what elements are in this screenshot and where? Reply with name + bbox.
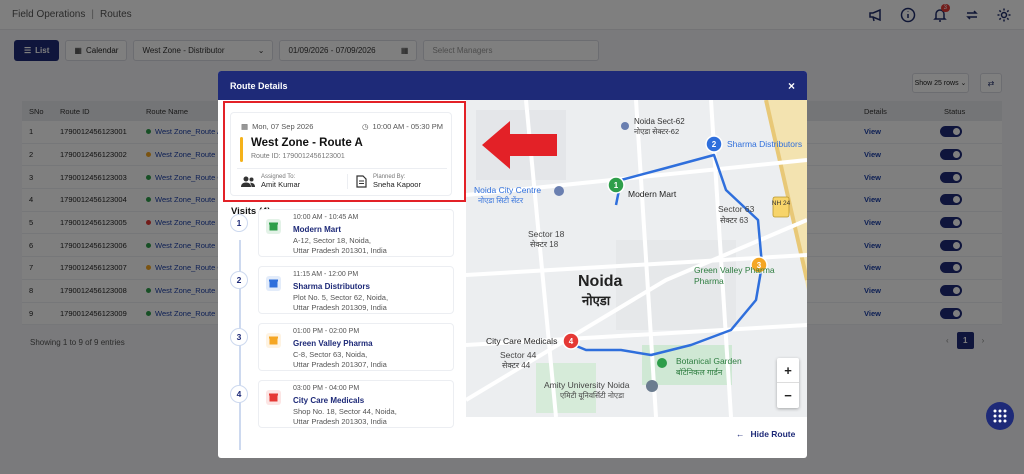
map-label-botanical-hi: बॉटेनिकल गार्डन bbox=[676, 367, 723, 377]
map-label-city-centre: Noida City Centre bbox=[474, 185, 541, 195]
annotation-arrow-icon bbox=[482, 121, 557, 169]
visit-card[interactable]: 01:00 PM - 02:00 PM Green Valley Pharma C-… bbox=[258, 323, 454, 371]
map-label-sector18: Sector 18 bbox=[528, 229, 565, 239]
zoom-in-button[interactable]: + bbox=[777, 358, 799, 383]
visit-number: 3 bbox=[230, 328, 248, 346]
svg-text:Pharma: Pharma bbox=[694, 276, 724, 286]
visit-name: Modern Mart bbox=[293, 225, 341, 234]
modal-header: Route Details × bbox=[218, 71, 807, 100]
map-label-sect62-hi: नोएडा सेक्टर-62 bbox=[634, 127, 679, 136]
svg-text:4: 4 bbox=[569, 337, 574, 346]
map-label-city-care: City Care Medicals bbox=[486, 336, 557, 346]
visit-time: 10:00 AM - 10:45 AM bbox=[293, 214, 359, 221]
svg-text:2: 2 bbox=[712, 140, 717, 149]
visit-number: 1 bbox=[230, 214, 248, 232]
visit-name: Green Valley Pharma bbox=[293, 339, 373, 348]
map-label-botanical: Botanical Garden bbox=[676, 356, 742, 366]
annotation-highlight-box bbox=[223, 101, 466, 202]
store-icon bbox=[266, 219, 281, 234]
store-icon bbox=[266, 390, 281, 405]
visit-item[interactable]: 2 11:15 AM - 12:00 PM Sharma Distributors P… bbox=[230, 266, 456, 316]
visit-number: 4 bbox=[230, 385, 248, 403]
visit-time: 01:00 PM - 02:00 PM bbox=[293, 328, 360, 335]
visit-item[interactable]: 4 03:00 PM - 04:00 PM City Care Medicals Sh… bbox=[230, 380, 456, 430]
visit-name: Sharma Distributors bbox=[293, 282, 370, 291]
map-zoom-controls: + − bbox=[777, 358, 799, 408]
visit-address: Shop No. 18, Sector 44, Noida, bbox=[293, 407, 397, 416]
map-label-noida: Noida bbox=[578, 273, 623, 290]
zoom-out-button[interactable]: − bbox=[777, 383, 799, 408]
map-label-sharma: Sharma Distributors bbox=[727, 139, 802, 149]
map-label-green-valley: Green Valley Pharma bbox=[694, 265, 775, 275]
visit-address: C-8, Sector 63, Noida, bbox=[293, 350, 368, 359]
map-label-sector18-hi: सेक्टर 18 bbox=[530, 239, 559, 249]
visit-number: 2 bbox=[230, 271, 248, 289]
map-label-sector44: Sector 44 bbox=[500, 350, 537, 360]
map-label-modern-mart: Modern Mart bbox=[628, 189, 677, 199]
visit-item[interactable]: 1 10:00 AM - 10:45 AM Modern Mart A-12, Sec… bbox=[230, 209, 456, 259]
modal-title: Route Details bbox=[230, 80, 288, 91]
nh24-label: NH 24 bbox=[772, 200, 791, 207]
map-label-sect62: Noida Sect-62 bbox=[634, 117, 685, 126]
visit-address: A-12, Sector 18, Noida, bbox=[293, 236, 371, 245]
map-label-sector44-hi: सेक्टर 44 bbox=[502, 360, 531, 370]
map-label-sector63: Sector 63 bbox=[718, 204, 755, 214]
store-icon bbox=[266, 333, 281, 348]
close-icon[interactable]: × bbox=[788, 79, 795, 93]
map-label-noida-hi: नोएडा bbox=[581, 293, 611, 308]
store-icon bbox=[266, 276, 281, 291]
visit-address: Plot No. 5, Sector 62, Noida, bbox=[293, 293, 389, 302]
visit-name: City Care Medicals bbox=[293, 396, 365, 405]
map-label-sector63-hi: सेक्टर 63 bbox=[720, 215, 749, 225]
svg-text:1: 1 bbox=[614, 181, 619, 190]
hide-route-button[interactable]: ← Hide Route bbox=[736, 429, 795, 439]
map-label-city-centre-hi: नोएडा सिटी सेंटर bbox=[478, 196, 524, 205]
visit-address-line2: Uttar Pradesh 201303, India bbox=[293, 417, 387, 426]
visit-card[interactable]: 10:00 AM - 10:45 AM Modern Mart A-12, Sect… bbox=[258, 209, 454, 257]
visit-item[interactable]: 3 01:00 PM - 02:00 PM Green Valley Pharma C… bbox=[230, 323, 456, 373]
grid-icon bbox=[993, 409, 1007, 423]
visit-address-line2: Uttar Pradesh 201307, India bbox=[293, 360, 387, 369]
arrow-left-icon: ← bbox=[736, 429, 745, 439]
visit-time: 03:00 PM - 04:00 PM bbox=[293, 385, 360, 392]
map-label-amity-hi: एमिटी यूनिवर्सिटी नोएडा bbox=[560, 391, 625, 401]
visit-address-line2: Uttar Pradesh 201301, India bbox=[293, 246, 387, 255]
visit-card[interactable]: 03:00 PM - 04:00 PM City Care Medicals Sho… bbox=[258, 380, 454, 428]
visit-card[interactable]: 11:15 AM - 12:00 PM Sharma Distributors Pl… bbox=[258, 266, 454, 314]
visit-address-line2: Uttar Pradesh 201309, India bbox=[293, 303, 387, 312]
visit-time: 11:15 AM - 12:00 PM bbox=[293, 271, 359, 278]
apps-grid-button[interactable] bbox=[986, 402, 1014, 430]
map-label-amity: Amity University Noida bbox=[544, 380, 630, 390]
